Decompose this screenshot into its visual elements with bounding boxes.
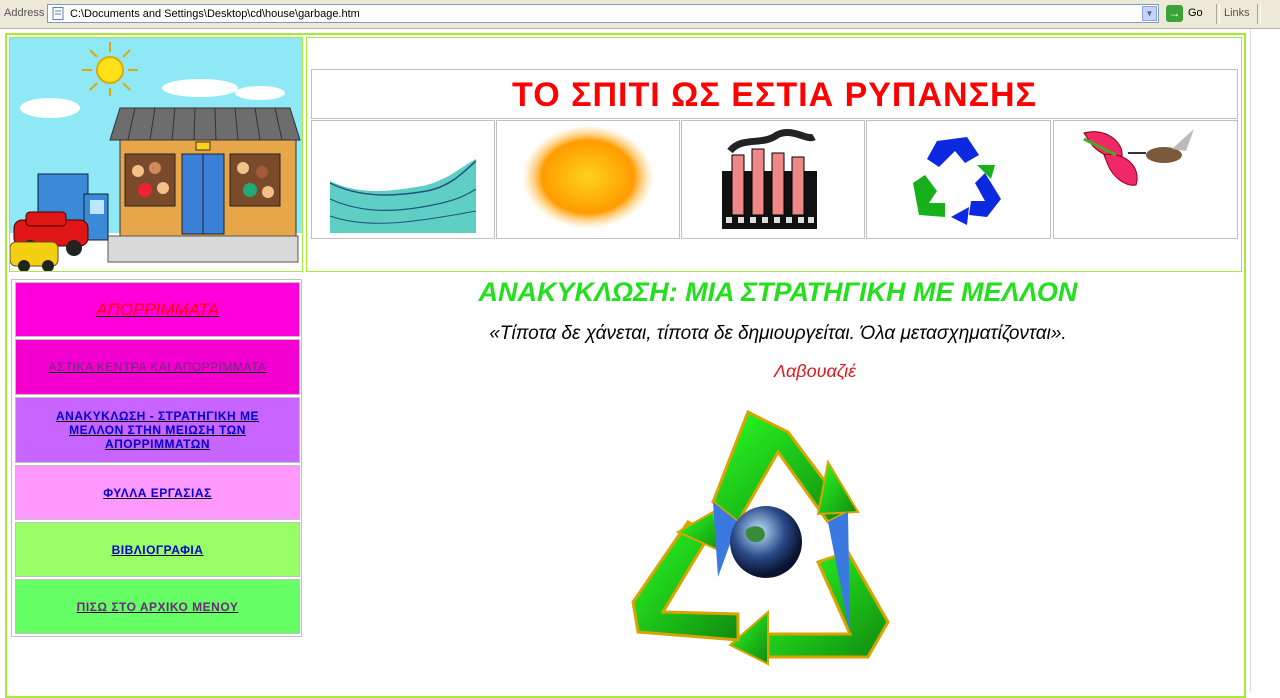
page-title: ΤΟ ΣΠΙΤΙ ΩΣ ΕΣΤΙΑ ΡΥΠΑΝΣΗΣ	[512, 76, 1037, 114]
sea-wave-image	[311, 120, 495, 239]
recycle-logo-image	[866, 120, 1051, 239]
nav-item-bibliography[interactable]: ΒΙΒΛΙΟΓΡΑΦΙΑ	[15, 522, 300, 577]
nav-item-garbage[interactable]: ΑΠΟΡΡΙΜΜΑΤΑ	[15, 282, 300, 337]
nav-item-urban-centers[interactable]: ΑΣΤΙΚΑ ΚΕΝΤΡΑ ΚΑΙ ΑΠΟΡΡΙΜΜΑΤΑ	[15, 339, 300, 395]
house-illustration	[9, 38, 302, 272]
factory-icon	[722, 129, 817, 229]
nav-item-recycling[interactable]: ΑΝΑΚΥΚΛΩΣΗ - ΣΤΡΑΤΗΓΙΚΗ ΜΕ ΜΕΛΛΟΝ ΣΤΗΝ Μ…	[15, 397, 300, 463]
section-heading: ΑΝΑΚΥΚΛΩΣΗ: ΜΙΑ ΣΤΡΑΤΗΓΙΚΗ ΜΕ ΜΕΛΛΟΝ	[478, 277, 1078, 307]
flower-icon	[1083, 129, 1194, 186]
sun-image	[496, 120, 680, 239]
toolbar-separator	[1216, 4, 1220, 24]
nav-item-label: ΑΣΤΙΚΑ ΚΕΝΤΡΑ ΚΑΙ ΑΠΟΡΡΙΜΜΑΤΑ	[48, 360, 267, 374]
address-input[interactable]: C:\Documents and Settings\Desktop\cd\hou…	[47, 4, 1159, 23]
nav-item-label: ΑΠΟΡΡΙΜΜΑΤΑ	[96, 299, 219, 319]
go-arrow-icon: →	[1166, 5, 1183, 22]
recycle-icon	[913, 137, 1001, 225]
nav-item-label: ΑΝΑΚΥΚΛΩΣΗ - ΣΤΡΑΤΗΓΙΚΗ ΜΕ ΜΕΛΛΟΝ ΣΤΗΝ Μ…	[55, 409, 259, 451]
factory-image	[681, 120, 865, 239]
go-label: Go	[1188, 7, 1203, 19]
nav-item-label: ΠΙΣΩ ΣΤΟ ΑΡΧΙΚΟ ΜΕΝΟΥ	[76, 599, 239, 614]
nav-item-label: ΒΙΒΛΙΟΓΡΑΦΙΑ	[111, 542, 204, 557]
nav-item-back-to-menu[interactable]: ΠΙΣΩ ΣΤΟ ΑΡΧΙΚΟ ΜΕΝΟΥ	[15, 579, 300, 634]
nav-item-label: ΦΥΛΛΑ ΕΡΓΑΣΙΑΣ	[103, 485, 212, 500]
wave-icon	[329, 159, 477, 233]
quote-author: Λαβουαζιέ	[774, 361, 856, 381]
side-nav: ΑΠΟΡΡΙΜΜΑΤΑ ΑΣΤΙΚΑ ΚΕΝΤΡΑ ΚΑΙ ΑΠΟΡΡΙΜΜΑΤ…	[11, 279, 302, 637]
recycle-globe-icon	[631, 409, 890, 666]
flowers-hummingbird-image	[1053, 120, 1238, 239]
address-label: Address	[4, 7, 45, 19]
go-button[interactable]: → Go	[1164, 4, 1209, 23]
url-text: C:\Documents and Settings\Desktop\cd\hou…	[70, 8, 360, 20]
links-button[interactable]: Links	[1224, 7, 1250, 19]
house-banner-cell	[9, 37, 303, 272]
address-bar: Address C:\Documents and Settings\Deskto…	[0, 0, 1280, 29]
banner-title-cell: ΤΟ ΣΠΙΤΙ ΩΣ ΕΣΤΙΑ ΡΥΠΑΝΣΗΣ	[311, 69, 1238, 119]
toolbar-separator	[1257, 4, 1261, 24]
quote-text: «Τίποτα δε χάνεται, τίποτα δε δημιουργεί…	[489, 323, 1067, 344]
scrollbar[interactable]	[1250, 29, 1280, 692]
nav-item-worksheets[interactable]: ΦΥΛΛΑ ΕΡΓΑΣΙΑΣ	[15, 465, 300, 520]
page-icon	[52, 7, 64, 20]
recycle-globe-image	[618, 402, 908, 672]
chevron-down-icon[interactable]: ▼	[1142, 6, 1157, 21]
sun-icon	[522, 125, 654, 229]
